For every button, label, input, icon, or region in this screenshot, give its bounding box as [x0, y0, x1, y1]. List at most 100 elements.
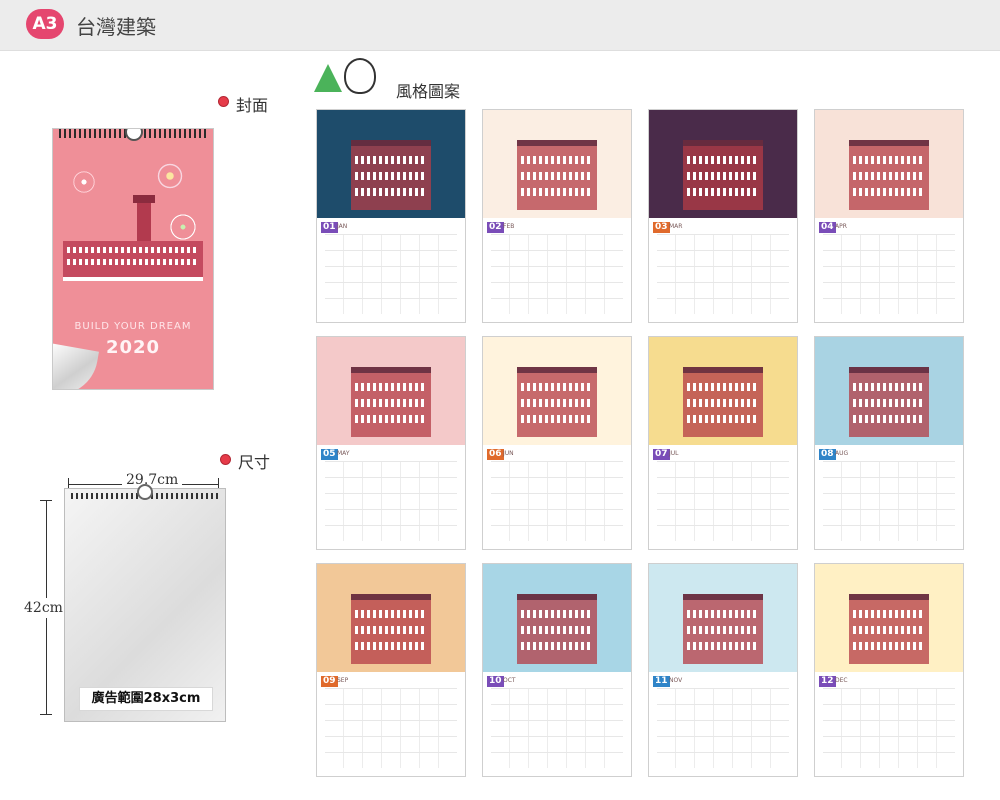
bullet-dot-icon: [218, 96, 229, 107]
month-illustration: [483, 564, 631, 672]
window-row: [355, 188, 427, 196]
window-row: [687, 383, 759, 391]
window-row: [67, 247, 199, 253]
calendar-grid: [491, 461, 623, 541]
window-row: [687, 642, 759, 650]
building-base: [63, 277, 203, 281]
month-card: 05 MAY: [316, 336, 466, 550]
month-name: AUG: [835, 450, 849, 457]
month-number: 08: [819, 449, 836, 460]
size-label: 尺寸: [238, 453, 271, 472]
month-name: FEB: [503, 223, 515, 230]
calendar-grid: [491, 688, 623, 768]
window-row: [355, 415, 427, 423]
month-illustration: [317, 564, 465, 672]
window-row: [853, 610, 925, 618]
month-card: 02 FEB: [482, 109, 632, 323]
month-number: 01: [321, 222, 338, 233]
dimension-tick: [40, 500, 52, 501]
month-illustration: [483, 110, 631, 218]
window-row: [355, 626, 427, 634]
calendar-grid: [491, 234, 623, 314]
month-number: 10: [487, 676, 504, 687]
month-card: 08 AUG: [814, 336, 964, 550]
calendar-grid: [325, 461, 457, 541]
window-row: [521, 415, 593, 423]
month-illustration: [649, 110, 797, 218]
width-label: 29.7cm: [122, 472, 183, 488]
month-illustration: [815, 564, 963, 672]
month-card: 12 DEC: [814, 563, 964, 777]
month-name: MAY: [337, 450, 350, 457]
tower-icon: [137, 199, 151, 243]
window-row: [687, 626, 759, 634]
month-name: MAR: [669, 223, 683, 230]
calendar-grid: [657, 461, 789, 541]
window-row: [853, 399, 925, 407]
girl-face-icon: [344, 58, 376, 94]
month-name: JUL: [669, 450, 679, 457]
window-row: [521, 642, 593, 650]
hanging-hole: [125, 129, 143, 141]
window-row: [67, 259, 199, 265]
firework-icon: [145, 151, 195, 201]
month-illustration: [317, 110, 465, 218]
month-card: 11 NOV: [648, 563, 798, 777]
tower-top: [133, 195, 155, 203]
month-card: 03 MAR: [648, 109, 798, 323]
window-row: [355, 610, 427, 618]
window-row: [355, 399, 427, 407]
month-card: 07 JUL: [648, 336, 798, 550]
window-row: [521, 188, 593, 196]
calendar-grid: [823, 688, 955, 768]
tree-icon: [314, 64, 342, 92]
month-number: 04: [819, 222, 836, 233]
window-row: [687, 399, 759, 407]
month-name: OCT: [503, 677, 516, 684]
month-illustration: [317, 337, 465, 445]
window-row: [687, 188, 759, 196]
window-row: [853, 156, 925, 164]
month-number: 09: [321, 676, 338, 687]
window-row: [521, 399, 593, 407]
window-row: [687, 156, 759, 164]
month-illustration: [649, 564, 797, 672]
month-name: APR: [835, 223, 847, 230]
window-row: [853, 415, 925, 423]
window-row: [687, 610, 759, 618]
month-name: NOV: [669, 677, 683, 684]
cover-slogan: BUILD YOUR DREAM: [74, 321, 192, 332]
window-row: [521, 610, 593, 618]
window-row: [853, 188, 925, 196]
month-illustration: [815, 110, 963, 218]
cover-label: 封面: [236, 96, 269, 115]
month-card: 06 JUN: [482, 336, 632, 550]
hanging-hole: [137, 484, 153, 500]
size-badge: A3: [26, 9, 64, 39]
month-number: 03: [653, 222, 670, 233]
month-number: 12: [819, 676, 836, 687]
month-illustration: [483, 337, 631, 445]
window-row: [853, 642, 925, 650]
calendar-grid: [325, 234, 457, 314]
firework-icon: [67, 165, 101, 199]
page-curl: [53, 343, 99, 389]
window-row: [853, 172, 925, 180]
window-row: [355, 642, 427, 650]
window-row: [687, 172, 759, 180]
style-label: 風格圖案: [396, 82, 461, 101]
window-row: [355, 383, 427, 391]
page-title: 台灣建築: [76, 15, 156, 39]
month-illustration: [815, 337, 963, 445]
window-row: [521, 172, 593, 180]
month-card: 10 OCT: [482, 563, 632, 777]
calendar-grid: [657, 688, 789, 768]
month-number: 07: [653, 449, 670, 460]
month-number: 06: [487, 449, 504, 460]
cover-preview: BUILD YOUR DREAM 2020: [52, 128, 214, 390]
month-name: SEP: [337, 677, 349, 684]
month-name: JUN: [503, 450, 514, 457]
month-illustration: [649, 337, 797, 445]
window-row: [355, 156, 427, 164]
window-row: [521, 383, 593, 391]
